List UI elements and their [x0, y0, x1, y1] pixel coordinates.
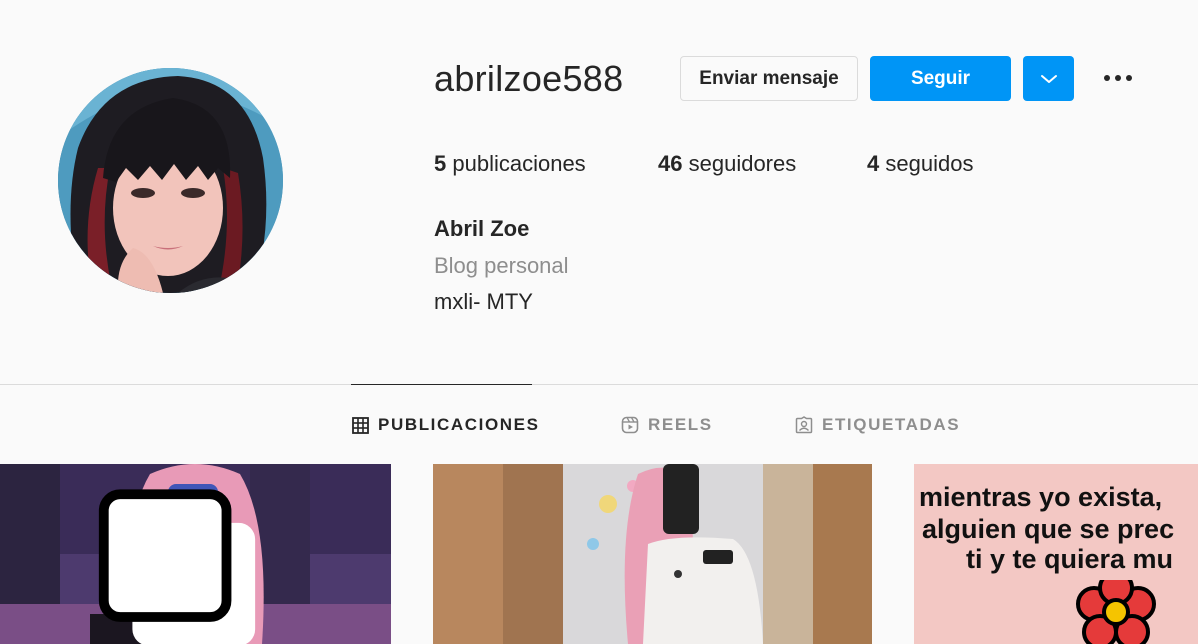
stat-following[interactable]: 4 seguidos [867, 151, 973, 177]
profile-bio: mxli- MTY [434, 289, 533, 314]
post-text-line: ti y te quiera mu [966, 544, 1174, 574]
profile-category: Blog personal [434, 253, 569, 278]
tab-reels-label: REELS [648, 415, 713, 434]
stat-posts-label: publicaciones [452, 151, 586, 176]
tab-posts-label: PUBLICACIONES [378, 415, 540, 434]
reels-icon [621, 416, 639, 434]
tabs-divider [0, 384, 1198, 385]
stat-following-count: 4 [867, 151, 880, 176]
tab-reels[interactable]: REELS [621, 414, 713, 436]
active-tab-indicator [351, 384, 532, 385]
chevron-down-icon [1040, 74, 1057, 83]
profile-full-name: Abril Zoe [434, 216, 530, 241]
more-options-icon[interactable] [1098, 66, 1138, 90]
tagged-icon [795, 416, 813, 434]
more-dot [1104, 75, 1110, 81]
stat-followers-count: 46 [658, 151, 683, 176]
profile-page: abrilzoe588 Enviar mensaje Seguir 5 publ… [0, 0, 1198, 644]
tab-tagged[interactable]: ETIQUETADAS [795, 414, 960, 436]
tab-posts[interactable]: PUBLICACIONES [352, 414, 540, 436]
stat-posts: 5 publicaciones [434, 151, 586, 177]
multiple-photos-icon [98, 489, 256, 644]
grid-icon [352, 416, 369, 434]
post-text-line: mientras yo exista, [919, 482, 1163, 512]
post-photo [433, 464, 872, 644]
follow-button[interactable]: Seguir [870, 56, 1011, 101]
more-dot [1115, 75, 1121, 81]
suggested-dropdown-button[interactable] [1023, 56, 1074, 101]
tab-tagged-label: ETIQUETADAS [822, 415, 961, 434]
stat-followers-label: seguidores [688, 151, 797, 176]
flower-icon [1076, 580, 1156, 644]
post-text-line: alguien que se prec [922, 514, 1175, 544]
more-dot [1126, 75, 1132, 81]
avatar-photo [58, 68, 283, 293]
profile-avatar[interactable] [58, 68, 283, 293]
post-thumbnail[interactable] [0, 464, 391, 644]
send-message-button[interactable]: Enviar mensaje [680, 56, 858, 101]
post-thumbnail[interactable]: mientras yo exista, alguien que se prec … [914, 464, 1198, 644]
profile-username: abrilzoe588 [434, 58, 624, 99]
stat-posts-count: 5 [434, 151, 447, 176]
stat-followers[interactable]: 46 seguidores [658, 151, 796, 177]
post-thumbnail[interactable] [433, 464, 872, 644]
stat-following-label: seguidos [885, 151, 974, 176]
